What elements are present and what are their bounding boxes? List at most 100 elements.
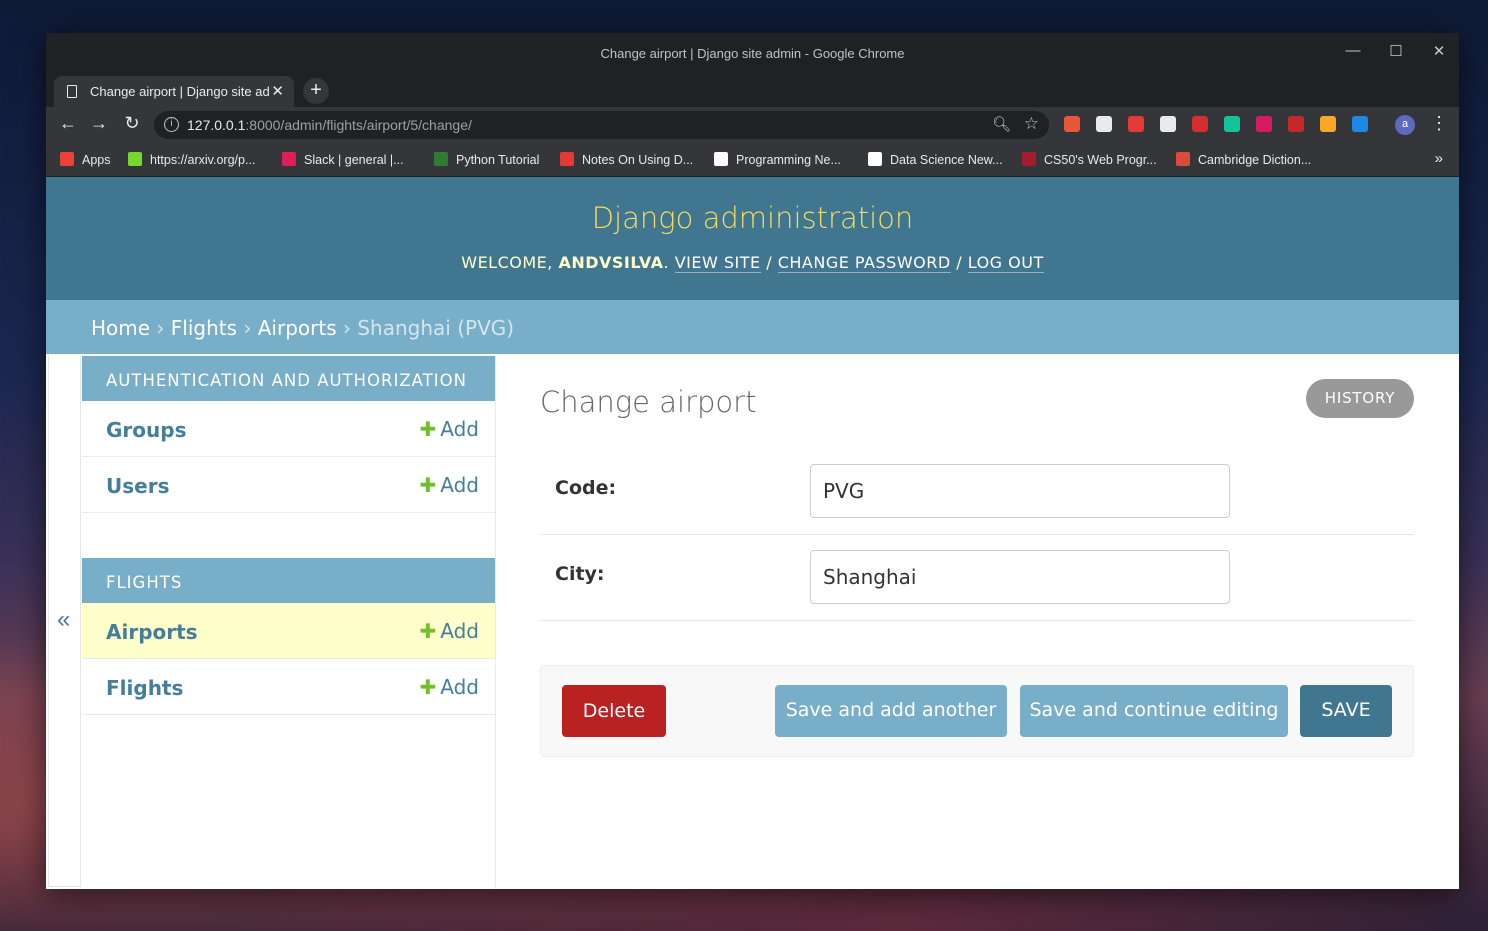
history-button[interactable]: HISTORY xyxy=(1306,379,1414,418)
grammarly-extension-icon[interactable] xyxy=(1224,116,1240,132)
admin-body: « Authentication and Authorization Group… xyxy=(46,354,1459,889)
browser-toolbar: ← → ↻ i 127.0.0.1:8000/admin/flights/air… xyxy=(46,107,1459,143)
ext-4-extension-icon[interactable] xyxy=(1160,116,1176,132)
change-password-link[interactable]: CHANGE PASSWORD xyxy=(777,253,951,273)
ext-3-extension-icon[interactable] xyxy=(1128,116,1144,132)
delete-button[interactable]: Delete xyxy=(562,685,666,737)
username: ANDVSILVA xyxy=(558,253,664,272)
browser-window: Change airport | Django site admin - Goo… xyxy=(46,33,1459,889)
ext-6-extension-icon[interactable] xyxy=(1256,116,1272,132)
slack-icon xyxy=(282,152,296,166)
medium-icon xyxy=(714,152,728,166)
forward-icon[interactable]: → xyxy=(87,113,111,134)
ext-9-extension-icon[interactable] xyxy=(1352,116,1368,132)
sidebar-item-airports[interactable]: Airports ✚ Add xyxy=(82,603,495,659)
tab-strip: Change airport | Django site admin ✕ + xyxy=(46,73,1459,107)
nav-sidebar: Authentication and Authorization Groups … xyxy=(82,356,496,889)
bookmark-item[interactable]: Slack | general |... xyxy=(282,152,404,167)
content-main: Change airport HISTORY Code: City: Delet… xyxy=(540,354,1414,889)
reload-icon[interactable]: ↻ xyxy=(120,113,144,134)
zoom-icon[interactable]: 🔍︎ xyxy=(992,115,1011,133)
w3-icon xyxy=(434,152,448,166)
ext-2-extension-icon[interactable] xyxy=(1096,116,1112,132)
bookmarks-bar: » Apps https://arxiv.org/p... Slack | gene… xyxy=(46,143,1459,177)
user-tools: WELCOME, ANDVSILVA. VIEW SITE / CHANGE P… xyxy=(461,253,1044,273)
admin-header: Django administration WELCOME, ANDVSILVA… xyxy=(46,177,1459,300)
back-icon[interactable]: ← xyxy=(56,113,80,134)
code-input[interactable] xyxy=(810,464,1230,518)
apps-grid-icon xyxy=(60,152,74,166)
model-link-airports[interactable]: Airports xyxy=(106,620,198,644)
plus-icon: ✚ xyxy=(419,417,437,441)
ext-1-extension-icon[interactable] xyxy=(1064,116,1080,132)
square-icon xyxy=(560,152,574,166)
harvard-icon xyxy=(1022,152,1036,166)
model-link-groups[interactable]: Groups xyxy=(106,418,186,442)
maximize-icon[interactable]: ☐ xyxy=(1386,42,1406,60)
submit-row: Delete Save and add another Save and con… xyxy=(540,665,1414,757)
code-label: Code: xyxy=(555,477,617,499)
module-caption-flights[interactable]: Flights xyxy=(82,558,495,603)
bookmark-item[interactable]: Python Tutorial xyxy=(434,152,539,167)
page-title: Change airport xyxy=(540,385,757,419)
add-flights-link[interactable]: ✚ Add xyxy=(420,675,480,699)
bookmark-item[interactable]: Notes On Using D... xyxy=(560,152,693,167)
add-airports-link[interactable]: ✚ Add xyxy=(420,619,480,643)
menu-kebab-icon[interactable]: ⋮ xyxy=(1430,113,1448,134)
ext-8-extension-icon[interactable] xyxy=(1320,116,1336,132)
plus-icon: ✚ xyxy=(419,619,437,643)
sidebar-item-groups[interactable]: Groups ✚ Add xyxy=(82,401,495,457)
save-button[interactable]: SAVE xyxy=(1300,685,1392,737)
view-site-link[interactable]: VIEW SITE xyxy=(674,253,761,273)
site-info-icon[interactable]: i xyxy=(164,117,179,132)
collapse-chevron-icon: « xyxy=(57,606,71,633)
bookmark-item[interactable]: https://arxiv.org/p... xyxy=(128,152,255,167)
profile-avatar[interactable]: a xyxy=(1395,115,1415,135)
cambridge-icon xyxy=(1176,152,1190,166)
site-branding[interactable]: Django administration xyxy=(46,201,1459,235)
log-out-link[interactable]: LOG OUT xyxy=(967,253,1044,273)
page-icon xyxy=(67,85,77,98)
tab-change-airport[interactable]: Change airport | Django site admin ✕ xyxy=(54,76,294,107)
bookmark-item[interactable]: Programming Ne... xyxy=(714,152,841,167)
model-link-flights[interactable]: Flights xyxy=(106,676,183,700)
breadcrumb-flights[interactable]: Flights xyxy=(171,316,237,340)
bookmark-star-icon[interactable]: ☆ xyxy=(1024,114,1039,134)
bookmark-item[interactable]: Data Science New... xyxy=(868,152,1003,167)
tab-close-icon[interactable]: ✕ xyxy=(271,82,284,100)
smiley-icon xyxy=(128,152,142,166)
breadcrumb: Home › Flights › Airports › Shanghai (PV… xyxy=(46,300,1459,354)
breadcrumb-current: Shanghai (PVG) xyxy=(357,316,515,340)
plus-icon: ✚ xyxy=(419,473,437,497)
save-and-add-another-button[interactable]: Save and add another xyxy=(775,685,1007,737)
adblock-plus-extension-icon[interactable] xyxy=(1192,116,1208,132)
model-link-users[interactable]: Users xyxy=(106,474,169,498)
bookmark-item[interactable]: Apps xyxy=(60,152,111,167)
add-users-link[interactable]: ✚ Add xyxy=(420,473,480,497)
city-label: City: xyxy=(555,563,605,585)
title-bar: Change airport | Django site admin - Goo… xyxy=(46,33,1459,73)
bookmarks-more-icon[interactable]: » xyxy=(1435,150,1443,167)
new-tab-button[interactable]: + xyxy=(303,78,329,104)
sidebar-item-flights[interactable]: Flights ✚ Add xyxy=(82,659,495,715)
breadcrumb-home[interactable]: Home xyxy=(91,316,150,340)
bookmark-item[interactable]: CS50's Web Progr... xyxy=(1022,152,1157,167)
tab-title: Change airport | Django site admin xyxy=(90,84,270,99)
city-input[interactable] xyxy=(810,550,1230,604)
window-title: Change airport | Django site admin - Goo… xyxy=(600,46,905,61)
bookmark-item[interactable]: Cambridge Diction... xyxy=(1176,152,1311,167)
save-and-continue-button[interactable]: Save and continue editing xyxy=(1020,685,1288,737)
field-row-code: Code: xyxy=(540,449,1414,535)
add-groups-link[interactable]: ✚ Add xyxy=(420,417,480,441)
module-caption-auth[interactable]: Authentication and Authorization xyxy=(82,356,495,401)
address-bar[interactable]: i 127.0.0.1:8000/admin/flights/airport/5… xyxy=(154,111,1049,139)
breadcrumb-airports[interactable]: Airports xyxy=(258,316,337,340)
medium-icon xyxy=(868,152,882,166)
url-text: 127.0.0.1:8000/admin/flights/airport/5/c… xyxy=(187,117,472,133)
close-window-icon[interactable]: ✕ xyxy=(1429,42,1449,60)
ext-ads-extension-icon[interactable] xyxy=(1288,116,1304,132)
nav-sidebar-toggle[interactable]: « xyxy=(48,356,81,887)
plus-icon: ✚ xyxy=(419,675,437,699)
minimize-icon[interactable]: — xyxy=(1343,42,1363,59)
sidebar-item-users[interactable]: Users ✚ Add xyxy=(82,457,495,513)
